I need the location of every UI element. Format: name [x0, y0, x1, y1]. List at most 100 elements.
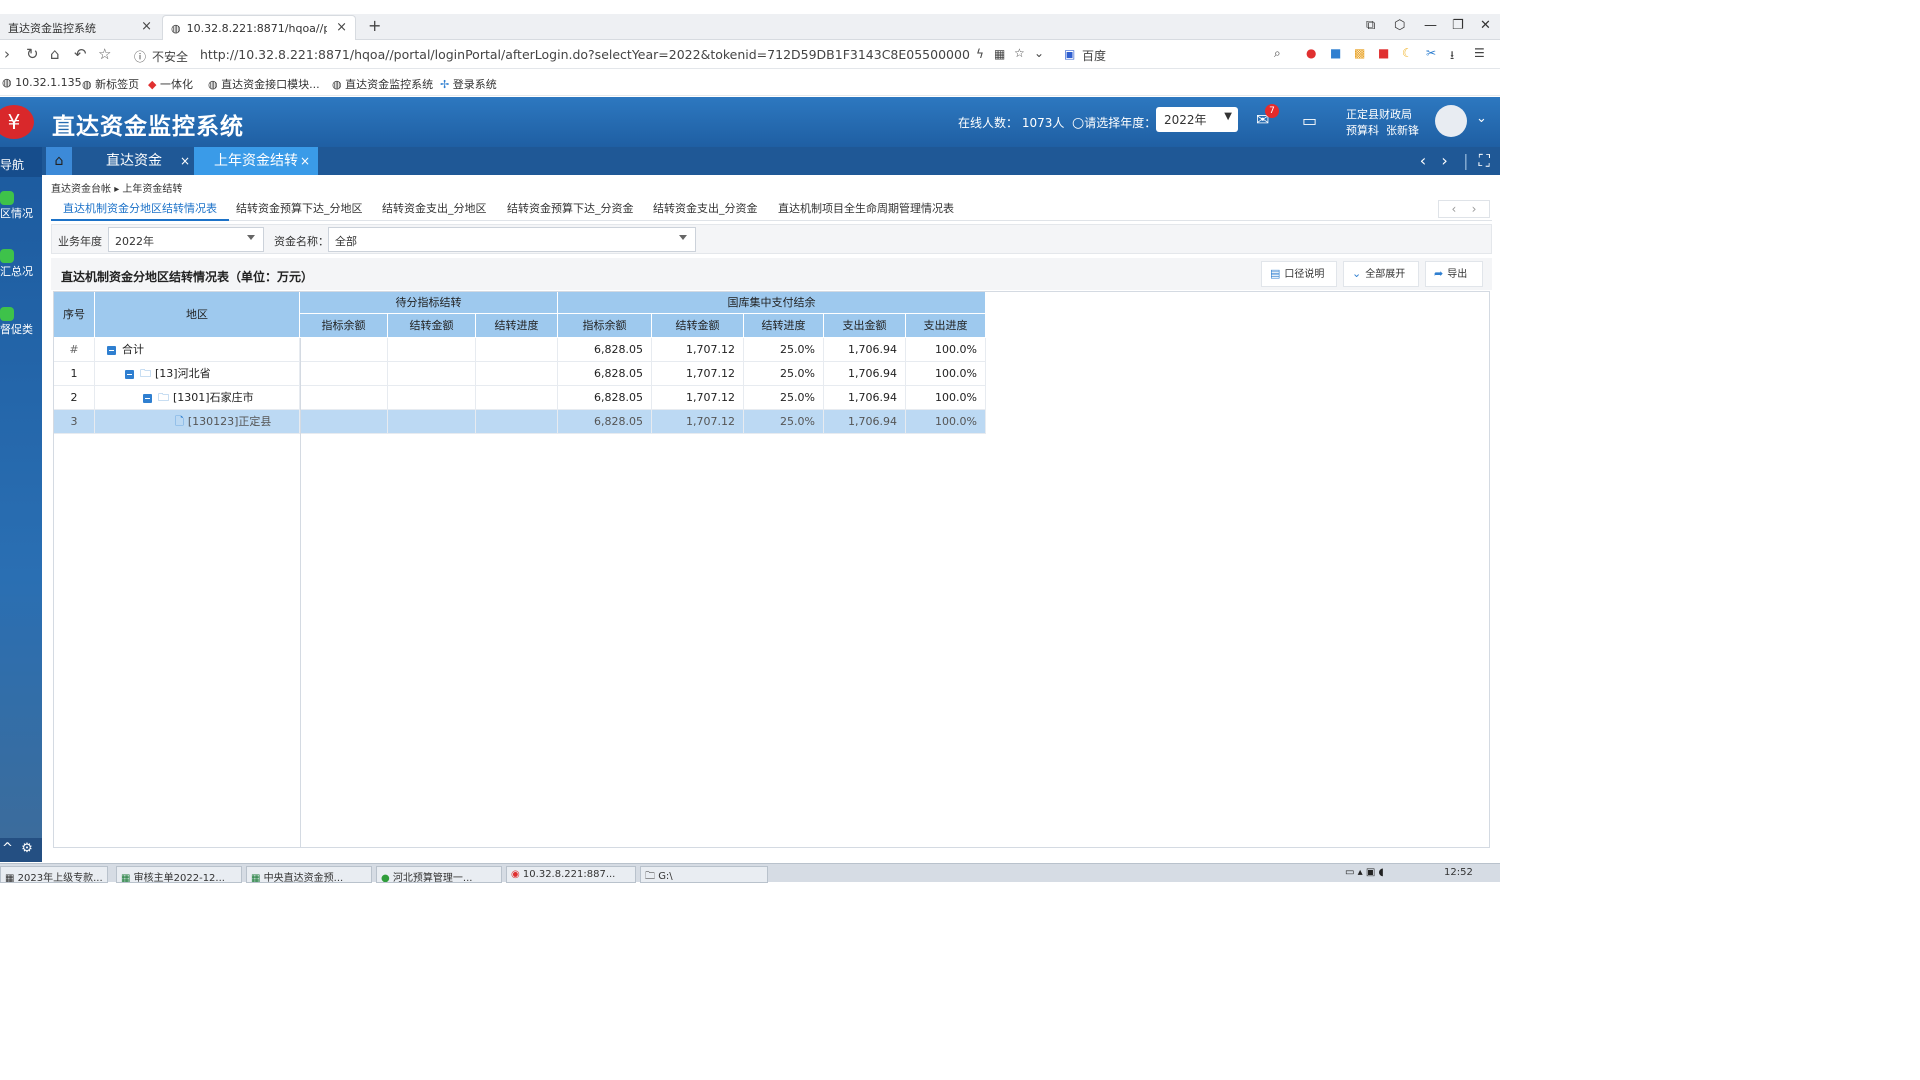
nav-item[interactable]: 督促类	[0, 307, 42, 336]
close-icon[interactable]: ×	[180, 154, 190, 168]
subtab-region-carryover[interactable]: 直达机制资金分地区结转情况表	[51, 198, 229, 221]
avatar[interactable]	[1435, 105, 1467, 137]
subtab-expense-fund[interactable]: 结转资金支出_分资金	[641, 198, 770, 221]
header-g2-balance[interactable]: 指标余额	[558, 314, 652, 338]
chevron-left-icon[interactable]: ‹	[1420, 151, 1426, 170]
favorite-star-icon[interactable]: ☆	[1014, 46, 1025, 60]
year-filter-select[interactable]: 2022年	[108, 227, 264, 252]
nav-header[interactable]: 导航	[0, 147, 42, 177]
tab-list-icon[interactable]: ⧉	[1366, 18, 1375, 33]
year-select[interactable]: 2022年 ▼	[1156, 107, 1238, 132]
nav-item[interactable]: 区情况	[0, 191, 42, 220]
taskbar-item[interactable]: 🗀 G:\	[640, 866, 768, 883]
header-g1-progress[interactable]: 结转进度	[476, 314, 558, 338]
menu-icon[interactable]: ☰	[1474, 46, 1485, 60]
cell-value	[388, 410, 476, 434]
header-g2-progress[interactable]: 结转进度	[744, 314, 824, 338]
collapse-toggle-icon[interactable]	[143, 393, 152, 403]
chevron-right-icon[interactable]: ›	[1441, 151, 1447, 170]
taskbar-item[interactable]: ▦ 审核主单2022-12...	[116, 866, 242, 883]
monitor-icon[interactable]: ▭	[1302, 111, 1317, 130]
bookmark-item[interactable]: ◍ 10.32.1.135	[2, 76, 82, 89]
pdf-icon[interactable]: ■	[1378, 46, 1389, 60]
region-label: 合计	[122, 343, 144, 356]
header-g1-amount[interactable]: 结转金额	[388, 314, 476, 338]
close-tab-icon[interactable]: ×	[141, 19, 152, 34]
taskbar-item[interactable]: ▦ 2023年上级专款...	[0, 866, 108, 883]
collapse-icon[interactable]: ^	[2, 841, 13, 856]
reload-icon[interactable]: ↻	[26, 45, 39, 63]
header-g2-amount[interactable]: 结转金额	[652, 314, 744, 338]
taskbar-label: 中央直达资金预...	[263, 873, 344, 883]
night-mode-icon[interactable]: ☾	[1402, 46, 1413, 60]
expand-all-button[interactable]: ⌄ 全部展开	[1343, 261, 1419, 287]
year-filter-value: 2022年	[115, 235, 154, 248]
apps-icon[interactable]: ▩	[1354, 46, 1365, 60]
taskbar-item[interactable]: ● 河北预算管理一...	[376, 866, 502, 883]
new-tab-button[interactable]: +	[368, 16, 381, 35]
search-icon[interactable]: ⌕	[1274, 46, 1281, 61]
fund-filter-select[interactable]: 全部	[328, 227, 696, 252]
definition-button[interactable]: ▤ 口径说明	[1261, 261, 1337, 287]
header-g1-balance[interactable]: 指标余额	[300, 314, 388, 338]
bookmark-item[interactable]: ◍ 新标签页	[82, 76, 139, 92]
subtab-lifecycle[interactable]: 直达机制项目全生命周期管理情况表	[766, 198, 966, 221]
subtab-scroll[interactable]: ‹ ›	[1438, 200, 1490, 218]
translate-icon[interactable]: ■	[1330, 46, 1341, 60]
subtab-budget-fund[interactable]: 结转资金预算下达_分资金	[495, 198, 646, 221]
collapse-toggle-icon[interactable]	[125, 369, 134, 379]
tray-icons[interactable]: ▭ ▴ ▣ ◖	[1345, 867, 1384, 878]
search-engine-label[interactable]: 百度	[1082, 47, 1106, 64]
chevron-down-icon[interactable]: ⌄	[1476, 111, 1487, 126]
header-g2-expense-progress[interactable]: 支出进度	[906, 314, 986, 338]
chevron-right-icon[interactable]: ›	[1472, 202, 1477, 216]
home-icon[interactable]: ⌂	[50, 45, 60, 63]
home-tab[interactable]: ⌂	[46, 147, 72, 175]
maximize-icon[interactable]: ❐	[1452, 18, 1464, 33]
collapse-toggle-icon[interactable]	[107, 345, 116, 355]
browser-tab-2[interactable]: ◍ 10.32.8.221:8871/hqoa//portal ×	[162, 15, 356, 40]
browser-tab-1[interactable]: 直达资金监控系统 ×	[0, 15, 160, 40]
header-region[interactable]: 地区	[95, 292, 300, 338]
close-tab-icon[interactable]: ×	[336, 20, 347, 35]
gear-icon[interactable]: ⚙	[21, 841, 33, 856]
fullscreen-icon[interactable]: ⛶	[1479, 151, 1490, 170]
subtab-budget-region[interactable]: 结转资金预算下达_分地区	[224, 198, 375, 221]
table-row-selected[interactable]: 3 🗋 [130123]正定县 6,828.05 1,707.12 25.0% 1…	[54, 410, 986, 434]
subtab-expense-region[interactable]: 结转资金支出_分地区	[370, 198, 499, 221]
close-window-icon[interactable]: ✕	[1480, 18, 1491, 33]
cell-value	[476, 410, 558, 434]
breadcrumb-root[interactable]: 直达资金台帐	[51, 184, 111, 195]
bookmark-star-icon[interactable]: ☆	[98, 45, 111, 63]
lightning-icon[interactable]: ϟ	[976, 47, 984, 61]
table-row[interactable]: # 合计 6,828.05 1,707.12 25.0% 1,706.94 10…	[54, 338, 986, 362]
bookmark-item[interactable]: ✢ 登录系统	[440, 76, 497, 92]
weibo-icon[interactable]: ●	[1306, 46, 1316, 60]
chevron-left-icon[interactable]: ‹	[1452, 202, 1457, 216]
tab-direct-funds[interactable]: 直达资金 ×	[86, 147, 192, 175]
taskbar-item[interactable]: ▦ 中央直达资金预...	[246, 866, 372, 883]
close-icon[interactable]: ×	[300, 154, 310, 168]
app-header: ¥ 直达资金监控系统 在线人数： 1073人 ○请选择年度： 2022年 ▼ ✉ …	[0, 97, 1500, 147]
scissors-icon[interactable]: ✂	[1426, 46, 1436, 60]
caret-down-icon	[679, 235, 687, 240]
chevron-down-icon[interactable]: ⌄	[1034, 46, 1044, 60]
bookmark-item[interactable]: ◍ 直达资金接口模块...	[208, 76, 320, 92]
url-input[interactable]: http://10.32.8.221:8871/hqoa//portal/log…	[200, 47, 970, 62]
undo-icon[interactable]: ↶	[74, 45, 87, 63]
taskbar-item[interactable]: ◉ 10.32.8.221:887...	[506, 866, 636, 883]
tab-carryover[interactable]: 上年资金结转 ×	[194, 147, 318, 175]
bookmark-item[interactable]: ◍ 直达资金监控系统	[332, 76, 433, 92]
minimize-icon[interactable]: —	[1424, 18, 1437, 33]
nav-item[interactable]: 汇总况	[0, 249, 42, 278]
forward-icon[interactable]: ›	[4, 45, 10, 63]
bookmark-item[interactable]: ◆ 一体化	[148, 76, 193, 92]
skin-icon[interactable]: ⬡	[1394, 18, 1405, 33]
qr-icon[interactable]: ▦	[994, 47, 1005, 61]
table-row[interactable]: 2 🗀 [1301]石家庄市 6,828.05 1,707.12 25.0% 1,…	[54, 386, 986, 410]
header-g2-expense[interactable]: 支出金额	[824, 314, 906, 338]
download-icon[interactable]: ⭳	[1450, 46, 1454, 67]
header-seq[interactable]: 序号	[54, 292, 95, 338]
table-row[interactable]: 1 🗀 [13]河北省 6,828.05 1,707.12 25.0% 1,706…	[54, 362, 986, 386]
export-button[interactable]: ➦ 导出	[1425, 261, 1483, 287]
